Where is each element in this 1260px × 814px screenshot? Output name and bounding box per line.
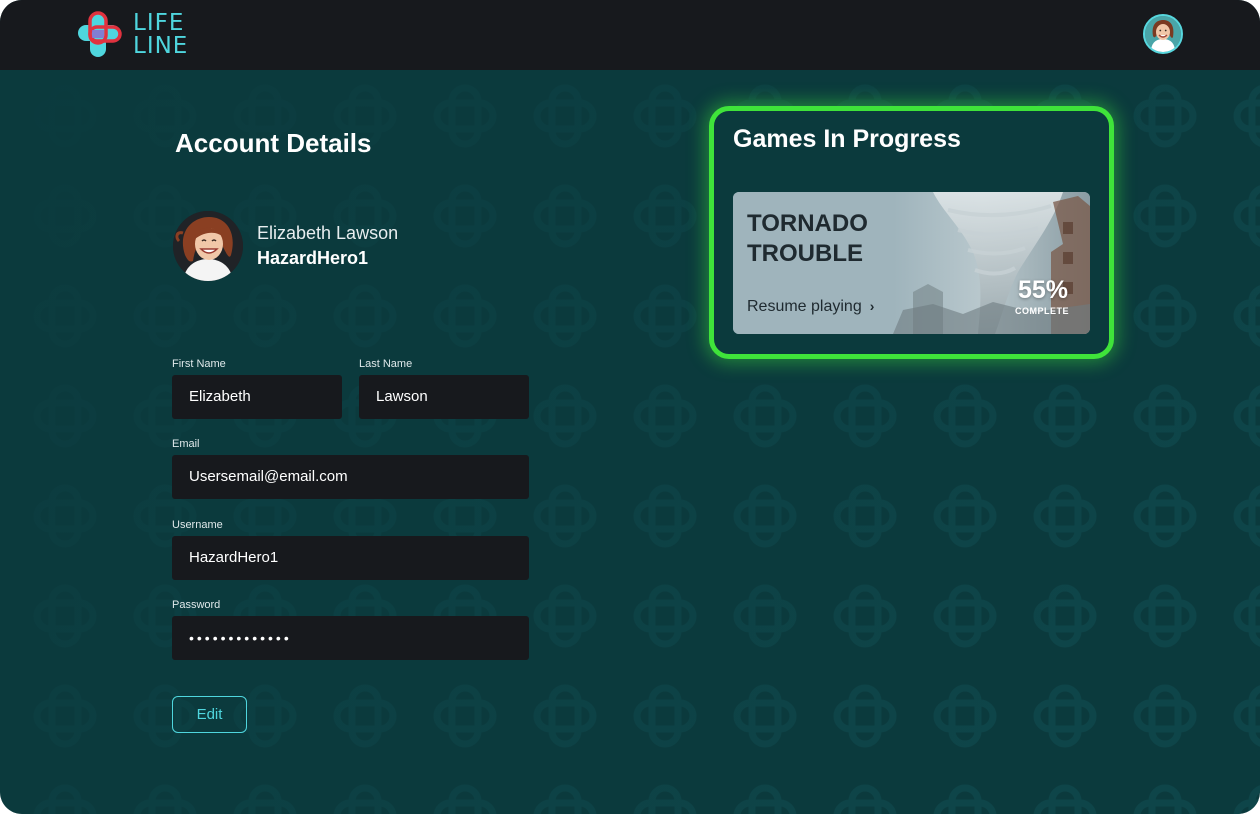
games-in-progress-title: Games In Progress (733, 125, 961, 153)
logo-wordmark: LIFE LINE (133, 12, 188, 58)
progress-percent: 55% (1017, 276, 1068, 304)
profile-avatar (173, 211, 243, 281)
profile-username: HazardHero1 (257, 248, 369, 268)
game-title-line-1: TORNADO (747, 210, 868, 237)
avatar-portrait (1145, 16, 1181, 52)
game-title: TORNADO TROUBLE (747, 209, 927, 269)
game-card-tornado-trouble[interactable]: TORNADO TROUBLE Resume playing › 55% COMP… (733, 192, 1090, 334)
profile-display-name: Elizabeth Lawson (257, 223, 399, 243)
password-field[interactable]: ••••••••••••• (172, 616, 529, 660)
chevron-right-icon: › (869, 298, 875, 314)
profile-portrait (173, 211, 243, 281)
progress-label: COMPLETE (1014, 306, 1069, 316)
game-title-line-2: TROUBLE (747, 240, 863, 267)
top-header: LIFE LINE (0, 0, 1260, 70)
app-window: LIFE LINE Account Details Elizabeth Laws… (0, 0, 1260, 814)
logo-line-1: LIFE (133, 10, 185, 36)
lifeline-cross-icon (78, 11, 122, 57)
last-name-field[interactable]: Lawson (359, 375, 529, 419)
last-name-label: Last Name (359, 358, 413, 370)
username-label: Username (172, 519, 223, 531)
account-details-title: Account Details (175, 128, 372, 158)
games-in-progress-panel: Games In Progress TORNADO TROUBLE Resume… (709, 106, 1114, 359)
lifeline-logo[interactable]: LIFE LINE (76, 10, 196, 62)
logo-line-2: LINE (133, 33, 189, 59)
edit-button[interactable]: Edit (172, 696, 247, 733)
email-label: Email (172, 438, 200, 450)
main-content: Account Details Elizabeth Lawson HazardH… (0, 0, 1260, 814)
username-field[interactable]: HazardHero1 (172, 536, 529, 580)
user-avatar-icon[interactable] (1143, 14, 1183, 54)
email-field[interactable]: Usersemail@email.com (172, 455, 529, 499)
first-name-field[interactable]: Elizabeth (172, 375, 342, 419)
resume-playing-link[interactable]: Resume playing › (747, 298, 874, 316)
resume-playing-label: Resume playing (747, 298, 862, 315)
password-label: Password (172, 599, 221, 611)
first-name-label: First Name (172, 358, 226, 370)
